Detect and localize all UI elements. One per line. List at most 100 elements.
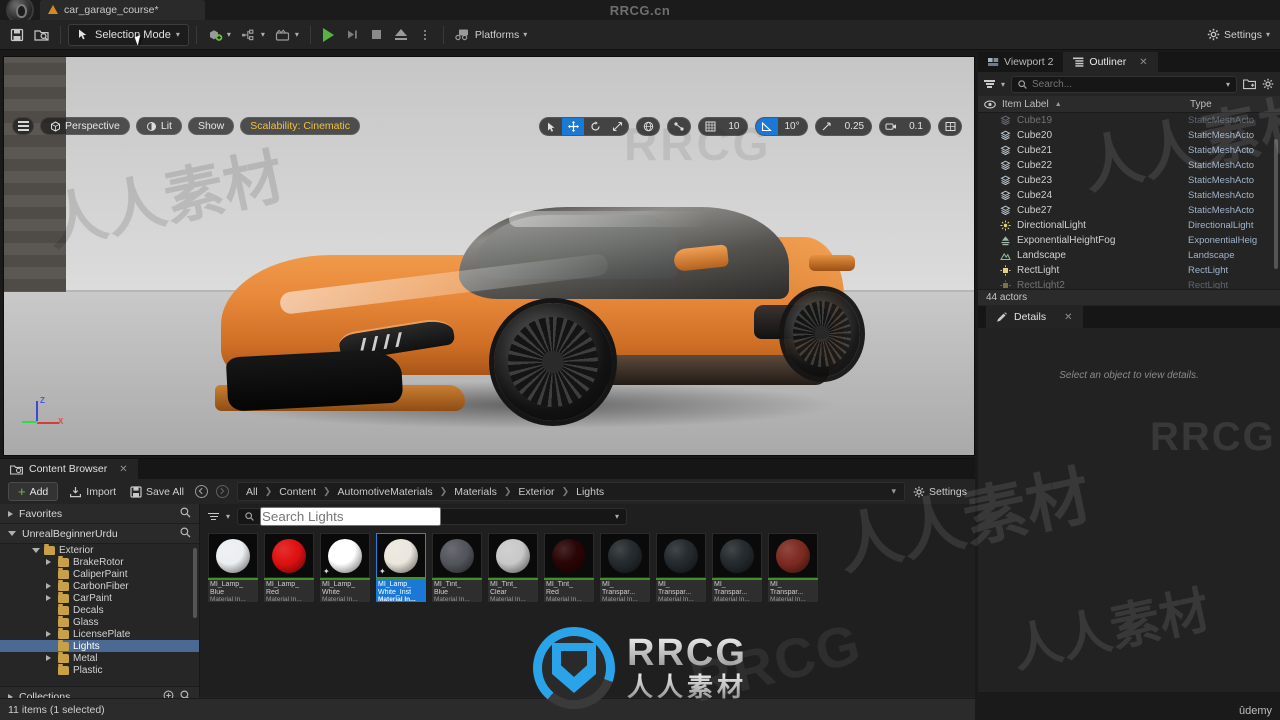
nav-back-icon[interactable] [195, 485, 208, 498]
folder-tree[interactable]: Exterior BrakeRotor CaliperPaint CarbonFibe… [0, 544, 199, 686]
outliner-scrollbar[interactable] [1274, 139, 1278, 269]
maximize-viewport-button[interactable] [939, 118, 961, 135]
chevron-right-icon-node[interactable] [46, 595, 51, 601]
folder-tree-item[interactable]: CaliperPaint [0, 567, 199, 580]
outliner-row[interactable]: Cube24 StaticMeshActo [978, 188, 1280, 203]
tab-details[interactable]: Details ✕ [986, 306, 1083, 328]
chevron-right-icon-node[interactable] [46, 655, 51, 661]
close-icon[interactable]: ✕ [1139, 57, 1147, 68]
outliner-row[interactable]: Cube20 StaticMeshActo [978, 128, 1280, 143]
asset-tile[interactable]: MI_ Transpar... Material In... [712, 533, 762, 602]
cinematics-button[interactable]: ▾ [271, 24, 303, 46]
eye-icon[interactable] [984, 100, 996, 109]
browse-content-button[interactable] [30, 24, 53, 46]
breadcrumb-item[interactable]: Exterior [518, 486, 554, 498]
outliner-search-input[interactable]: ▾ [1011, 75, 1237, 93]
rotate-tool-button[interactable] [584, 118, 606, 135]
asset-search-chevron-icon[interactable]: ▾ [615, 512, 619, 521]
viewport-menu-button[interactable] [12, 117, 34, 135]
settings-button[interactable]: Settings ▾ [1203, 24, 1274, 46]
chevron-down-icon-node[interactable] [32, 547, 40, 553]
favorites-search-icon[interactable] [180, 507, 191, 521]
folder-tree-item[interactable]: Metal [0, 651, 199, 664]
nav-forward-icon[interactable] [216, 485, 229, 498]
chevron-right-icon-node[interactable] [46, 631, 51, 637]
level-viewport[interactable]: 人人素材 人人素材 RRCG [3, 56, 975, 456]
asset-tile[interactable]: MI_ Transpar... Material In... [656, 533, 706, 602]
scale-snap-value[interactable]: 0.25 [838, 118, 871, 135]
outliner-settings-gear-icon[interactable] [1262, 78, 1274, 90]
breadcrumb-item[interactable]: Lights [576, 486, 604, 498]
outliner-list[interactable]: Cube19 StaticMeshActo Cube20 StaticMeshActo… [978, 113, 1280, 289]
outliner-row[interactable]: Cube22 StaticMeshActo [978, 158, 1280, 173]
grid-snap-value[interactable]: 10 [721, 118, 746, 135]
folder-tree-item[interactable]: LicensePlate [0, 627, 199, 640]
tree-scrollbar[interactable] [193, 548, 197, 618]
viewport-show-button[interactable]: Show [187, 117, 235, 135]
skip-button[interactable] [342, 24, 364, 46]
asset-tile[interactable]: MI_Tint_ Blue Material In... [432, 533, 482, 602]
outliner-row[interactable]: ExponentialHeightFog ExponentialHeig [978, 233, 1280, 248]
selection-mode-dropdown[interactable]: Selection Mode ▾ [68, 23, 189, 46]
outliner-row[interactable]: DirectionalLight DirectionalLight [978, 218, 1280, 233]
outliner-row[interactable]: Cube27 StaticMeshActo [978, 203, 1280, 218]
outliner-col-item-label[interactable]: Item Label [1002, 99, 1049, 110]
asset-tile[interactable]: MI_Lamp_ Red Material In... [264, 533, 314, 602]
platforms-button[interactable]: Platforms ▾ [451, 24, 531, 46]
camera-speed-button[interactable] [880, 118, 902, 135]
stop-button[interactable] [366, 24, 388, 46]
tab-viewport-2[interactable]: Viewport 2 [978, 52, 1063, 72]
breadcrumb[interactable]: All ❯ Content ❯ AutomotiveMaterials ❯ Material… [237, 482, 906, 501]
asset-tile[interactable]: MI_Tint_ Clear Material In... [488, 533, 538, 602]
world-coordinates-button[interactable] [637, 118, 659, 135]
asset-search-input[interactable]: ▾ [237, 507, 628, 526]
asset-filter-chevron-icon[interactable]: ▾ [226, 512, 230, 521]
outliner-search-field[interactable] [1032, 78, 1221, 90]
breadcrumb-item[interactable]: All [246, 486, 258, 498]
save-button[interactable] [6, 24, 28, 46]
translate-tool-button[interactable] [562, 118, 585, 135]
star-icon[interactable]: ✦ [323, 567, 330, 576]
chevron-right-icon-fav[interactable] [8, 510, 13, 517]
outliner-row[interactable]: Cube19 StaticMeshActo [978, 113, 1280, 128]
content-browser-settings-button[interactable]: Settings [913, 486, 967, 498]
asset-filter-icon[interactable] [208, 512, 219, 521]
save-all-button[interactable]: Save All [127, 486, 187, 498]
filter-icon[interactable] [984, 80, 995, 88]
outliner-col-type[interactable]: Type [1190, 99, 1280, 110]
folder-tree-item[interactable]: CarPaint [0, 591, 199, 604]
tab-outliner[interactable]: Outliner ✕ [1063, 52, 1158, 72]
folder-tree-item[interactable]: Decals [0, 603, 199, 616]
viewport-scalability-button[interactable]: Scalability: Cinematic [240, 117, 361, 135]
quick-add-button[interactable]: ▾ [204, 24, 235, 46]
outliner-row[interactable]: RectLight2 RectLight [978, 278, 1280, 289]
folder-tree-item[interactable]: Plastic [0, 663, 199, 676]
asset-tile[interactable]: ✦ MI_Lamp_ White Material In... [320, 533, 370, 602]
outliner-row[interactable]: Cube23 StaticMeshActo [978, 173, 1280, 188]
viewport-perspective-button[interactable]: Perspective [40, 117, 130, 135]
project-root-section[interactable]: UnrealBeginnerUrdu [0, 524, 199, 544]
tab-content-browser[interactable]: Content Browser ✕ [0, 459, 138, 479]
folder-tree-item[interactable]: Lights [0, 639, 199, 652]
breadcrumb-item[interactable]: Materials [454, 486, 497, 498]
asset-tile[interactable]: MI_Lamp_ Blue Material In... [208, 533, 258, 602]
star-icon[interactable]: ✦ [379, 567, 386, 576]
favorites-section[interactable]: Favorites [0, 504, 199, 524]
blueprints-button[interactable]: ▾ [237, 24, 269, 46]
grid-snap-button[interactable] [699, 118, 721, 135]
breadcrumb-item[interactable]: AutomotiveMaterials [338, 486, 433, 498]
import-button[interactable]: Import [66, 486, 119, 498]
folder-tree-item[interactable]: Glass [0, 615, 199, 628]
chevron-down-icon-root[interactable] [8, 531, 16, 536]
outliner-row[interactable]: RectLight RectLight [978, 263, 1280, 278]
asset-tile[interactable]: MI_Tint_ Red Material In... [544, 533, 594, 602]
outliner-row[interactable]: Cube21 StaticMeshActo [978, 143, 1280, 158]
project-tab[interactable]: car_garage_course* [40, 0, 205, 20]
play-button[interactable] [318, 24, 340, 46]
select-tool-button[interactable] [540, 118, 562, 135]
asset-tile[interactable]: MI_ Transpar... Material In... [768, 533, 818, 602]
viewport-lit-button[interactable]: Lit [135, 117, 182, 135]
filter-chevron-icon[interactable]: ▾ [1001, 80, 1005, 89]
breadcrumb-chevron-icon[interactable]: ▾ [892, 486, 897, 497]
folder-tree-item[interactable]: CarbonFiber [0, 579, 199, 592]
